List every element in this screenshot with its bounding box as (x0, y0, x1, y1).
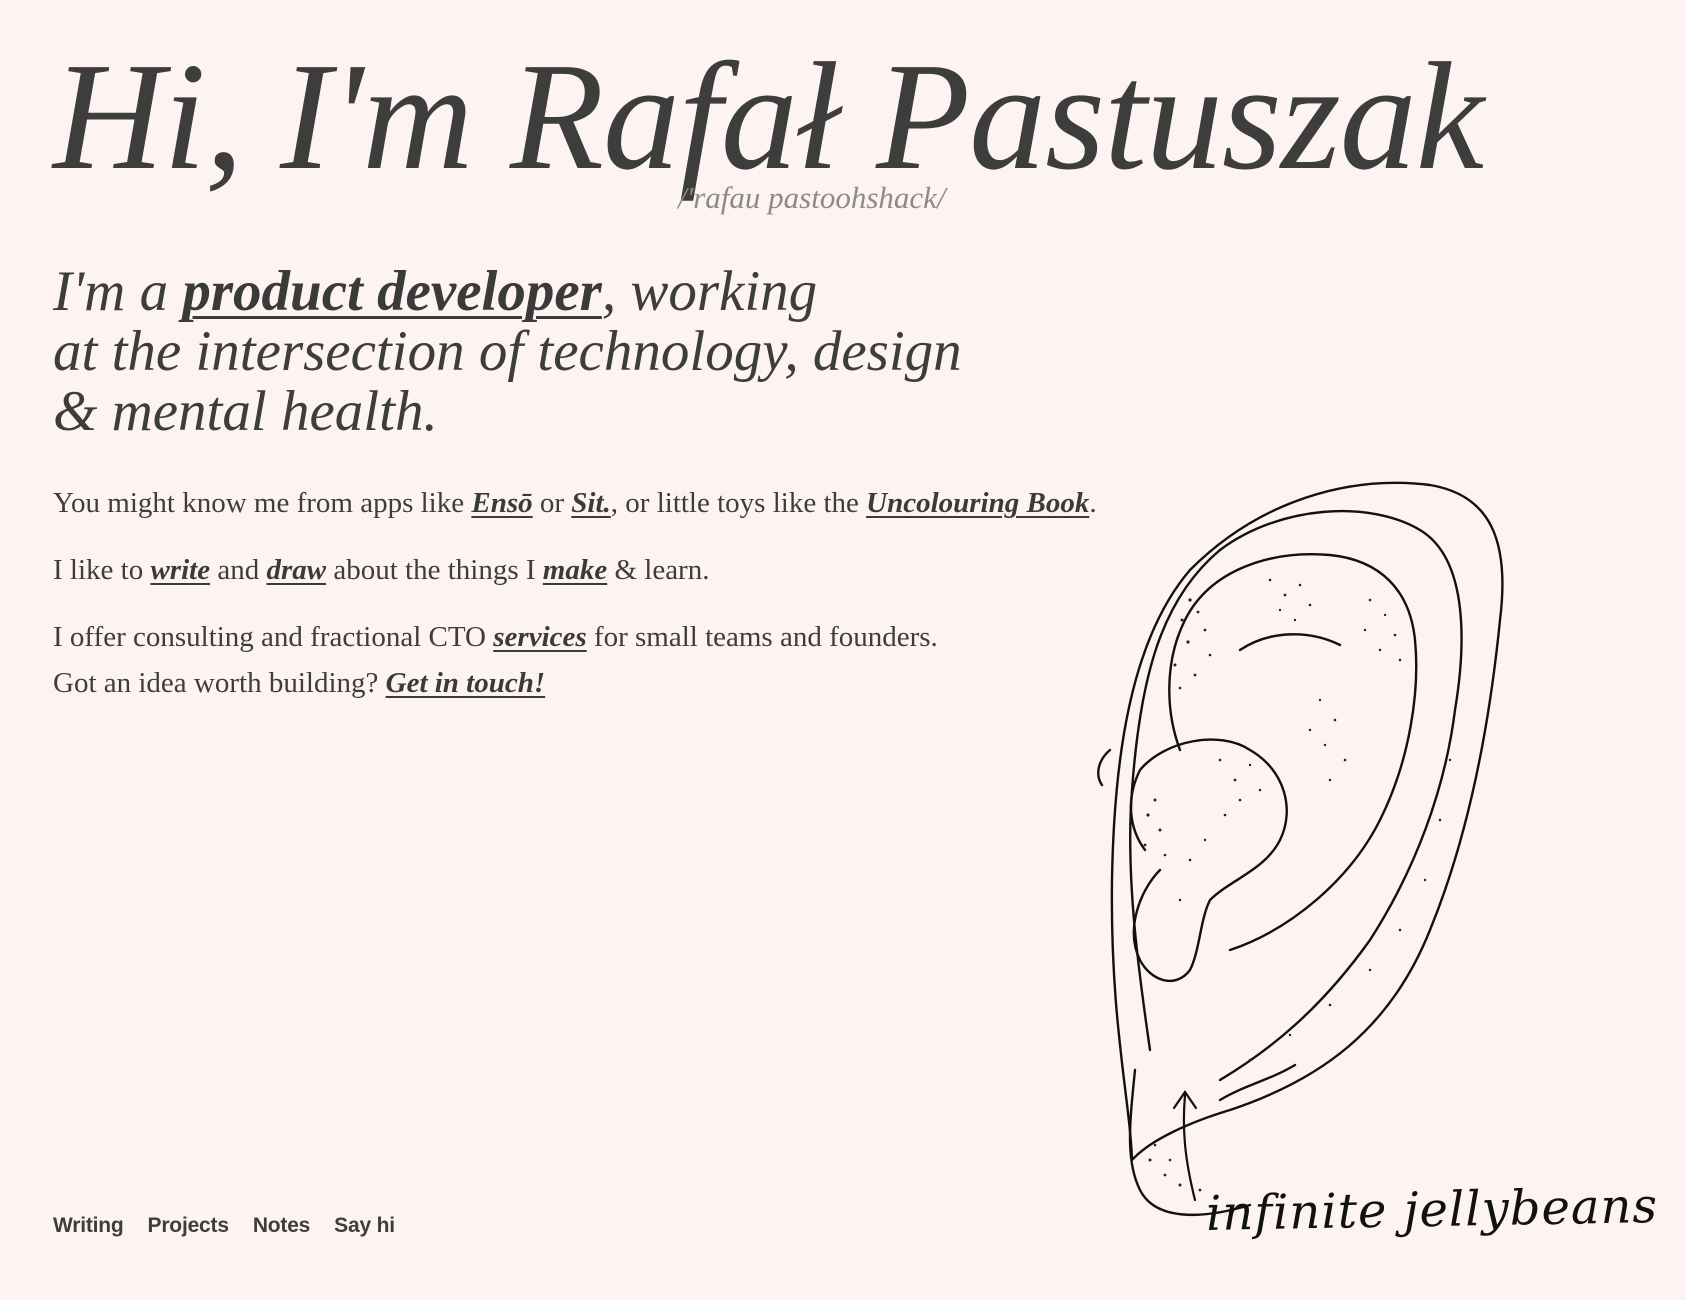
nav-link-projects[interactable]: Projects (148, 1214, 229, 1238)
tagline-line3: & mental health. (53, 380, 438, 443)
bio-apps-paragraph: You might know me from apps like Ensō or… (53, 480, 1097, 526)
enso-link[interactable]: Ensō (471, 487, 532, 519)
page-title: Hi, I'm Rafał Pastuszak (53, 32, 1484, 202)
tagline-line1-suffix: , working (601, 260, 818, 323)
nav-link-writing[interactable]: Writing (53, 1214, 124, 1238)
bio-text: & learn. (607, 554, 710, 586)
nav-link-say-hi[interactable]: Say hi (334, 1214, 395, 1238)
sit-link[interactable]: Sit. (571, 487, 611, 519)
tagline-prefix: I'm a (53, 260, 183, 323)
ear-drawing-icon (1097, 481, 1504, 1217)
bio-text: , or little toys like the (610, 487, 867, 519)
make-link[interactable]: make (543, 554, 607, 586)
tagline: I'm a product developer, working at the … (53, 262, 962, 442)
bio-text: I offer consulting and fractional CTO (53, 621, 494, 653)
nav-link-notes[interactable]: Notes (253, 1214, 311, 1238)
illustration-caption: infinite jellybeans (1205, 1178, 1659, 1242)
bio-text: about the things I (326, 554, 543, 586)
get-in-touch-link[interactable]: Get in touch! (386, 667, 546, 699)
bio-text: You might know me from apps like (53, 487, 472, 519)
bio-services-paragraph: I offer consulting and fractional CTO se… (53, 614, 1093, 706)
bio-text: or (532, 487, 572, 519)
tagline-line2: at the intersection of technology, desig… (53, 320, 962, 383)
name-pronunciation: /'rafau pastoohshack/ (678, 180, 946, 215)
product-developer-link[interactable]: product developer (182, 260, 601, 323)
bio-text: for small teams and founders. (586, 621, 938, 653)
uncolouring-book-link[interactable]: Uncolouring Book (866, 487, 1089, 519)
bio: You might know me from apps like Ensō or… (53, 480, 1097, 727)
bio-text: and (210, 554, 267, 586)
bio-interests-paragraph: I like to write and draw about the thing… (53, 547, 1093, 593)
services-link[interactable]: services (493, 621, 586, 653)
footer-nav: Writing Projects Notes Say hi (53, 1214, 395, 1238)
draw-link[interactable]: draw (266, 554, 326, 586)
bio-text: I like to (53, 554, 151, 586)
write-link[interactable]: write (150, 554, 210, 586)
bio-text: Got an idea worth building? (53, 667, 386, 699)
